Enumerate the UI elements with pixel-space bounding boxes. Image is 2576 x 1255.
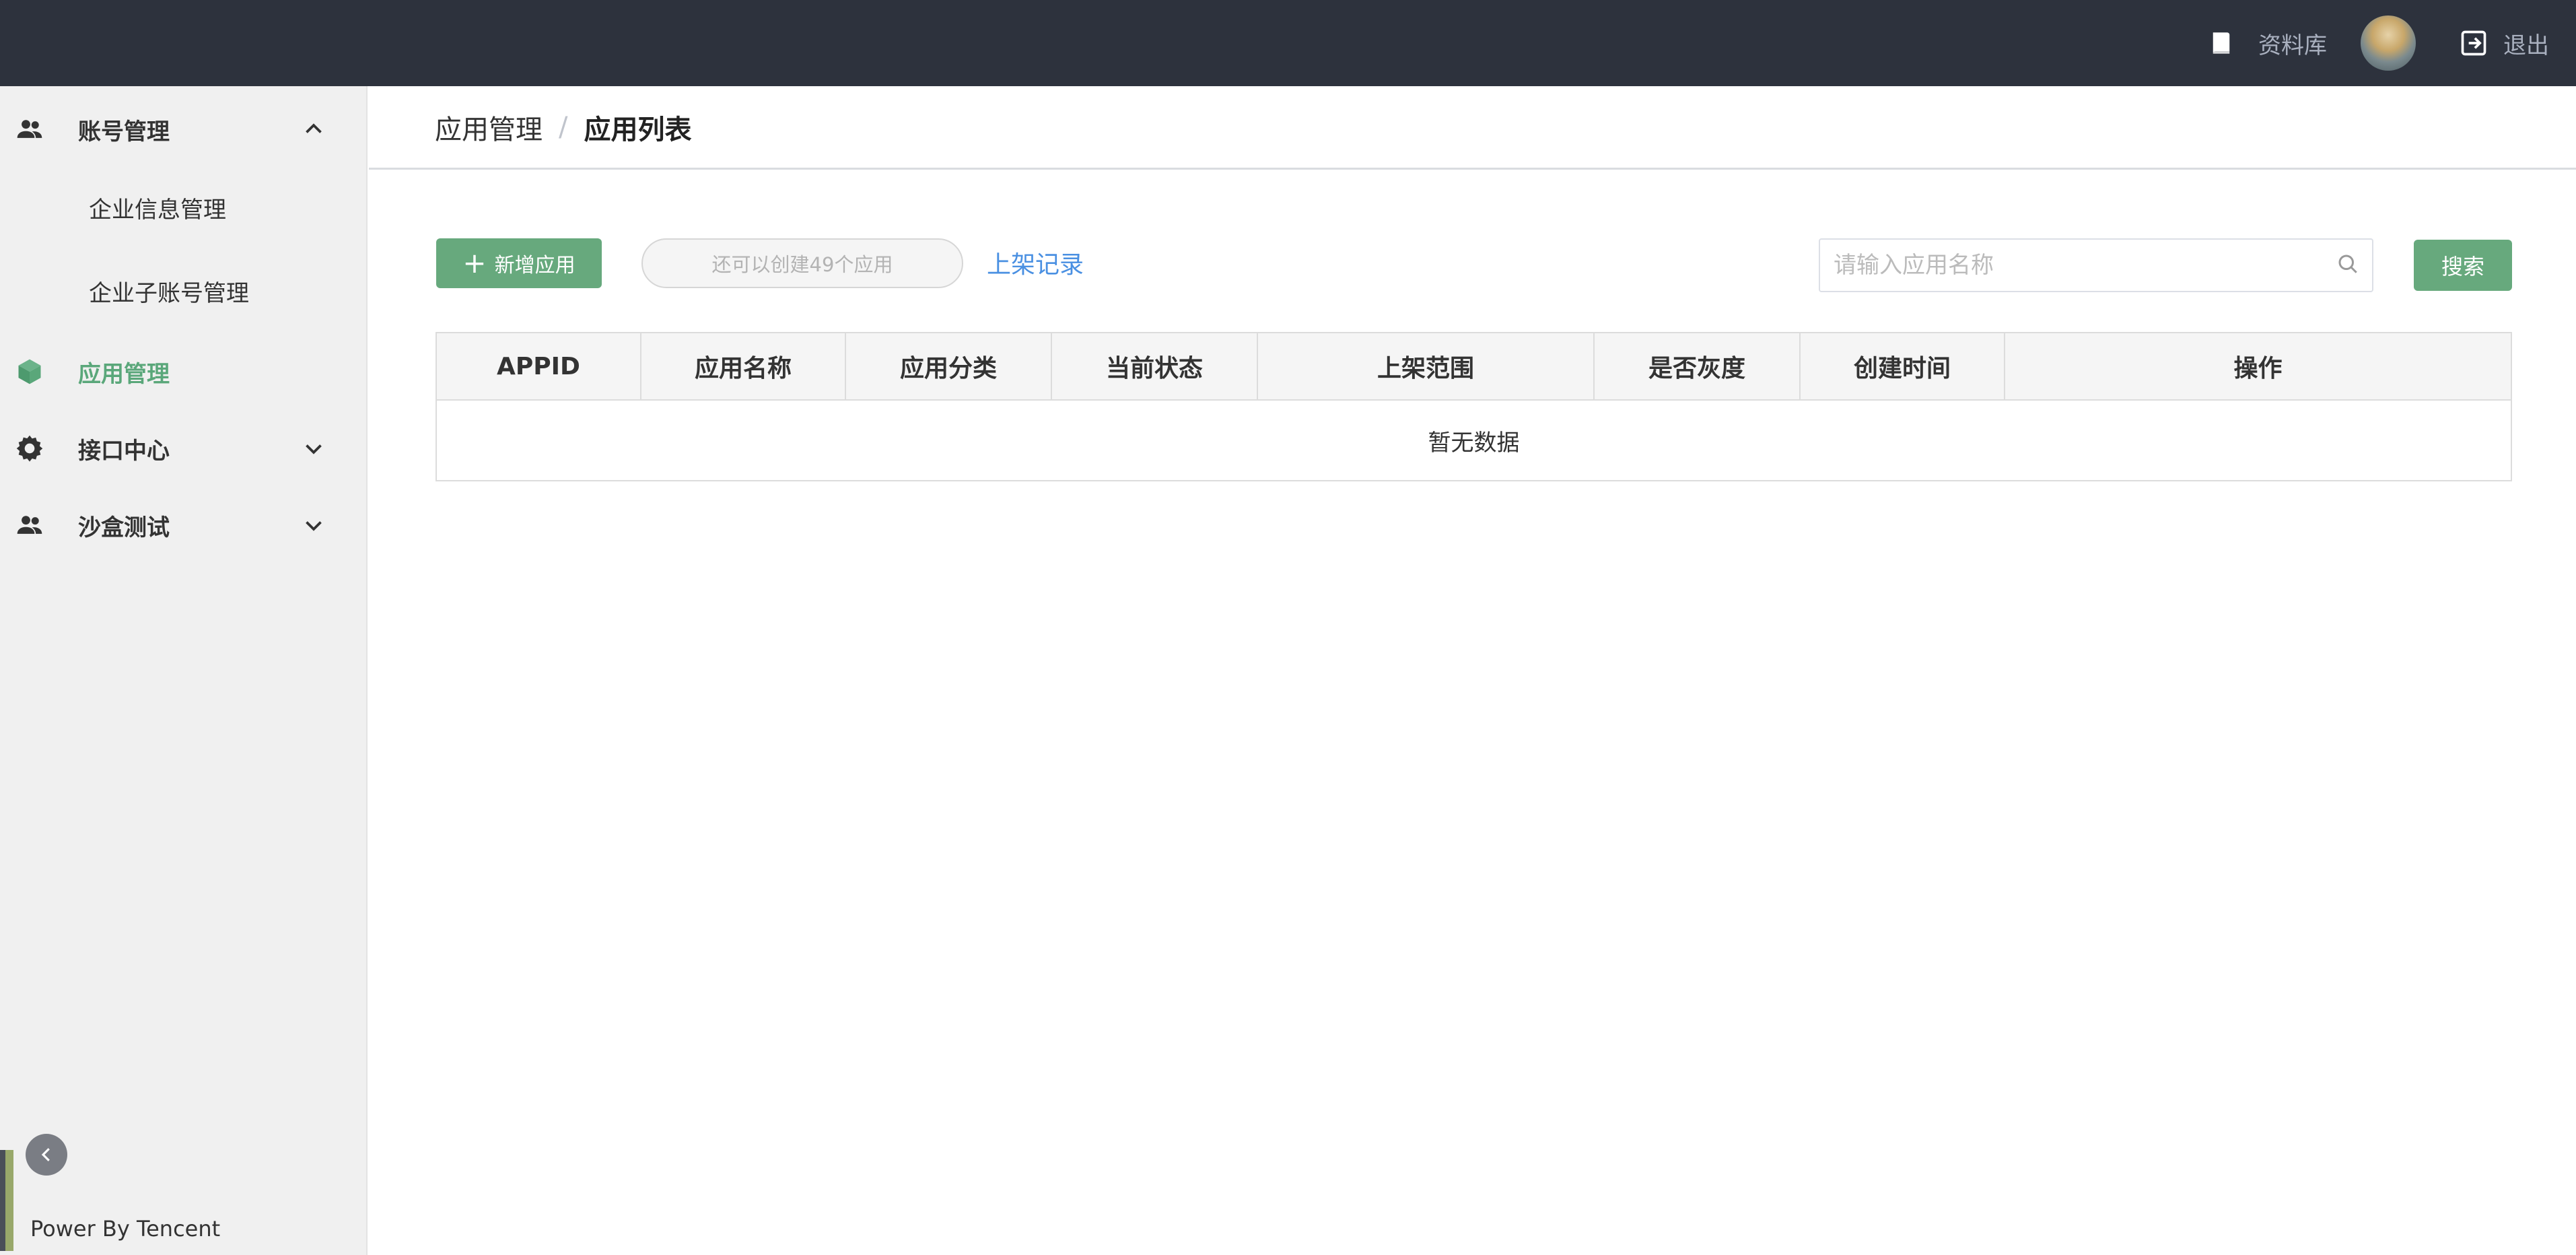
add-app-label: 新增应用 (494, 254, 576, 277)
top-bar: 资料库 退出 (0, 0, 2576, 86)
table-header: APPID 应用名称 应用分类 当前状态 上架范围 是否灰度 创建时间 操作 (437, 333, 2511, 401)
library-link[interactable]: 资料库 (2207, 27, 2327, 60)
column-header-created-time: 创建时间 (1801, 333, 2005, 399)
logout-label: 退出 (2503, 32, 2549, 59)
search-button[interactable]: 搜索 (2414, 240, 2512, 291)
add-app-button[interactable]: + 新增应用 (436, 238, 602, 288)
sidebar-group-app-management[interactable]: 应用管理 (0, 345, 368, 399)
table-empty-state: 暂无数据 (437, 401, 2511, 480)
app-quota-indicator: 还可以创建49个应用 (641, 238, 963, 288)
column-header-app-name: 应用名称 (641, 333, 846, 399)
side-decoration (0, 1150, 13, 1251)
sidebar-item-label: 企业子账号管理 (89, 280, 249, 307)
library-label: 资料库 (2258, 32, 2327, 59)
column-header-category: 应用分类 (846, 333, 1052, 399)
app-table: APPID 应用名称 应用分类 当前状态 上架范围 是否灰度 创建时间 操作 暂… (436, 332, 2512, 481)
sidebar-group-api-center[interactable]: 接口中心 (0, 421, 368, 475)
users-icon (17, 120, 42, 138)
app-name-search-input[interactable] (1819, 238, 2373, 292)
sidebar-group-sandbox[interactable]: 沙盒测试 (0, 498, 368, 552)
breadcrumb-parent[interactable]: 应用管理 (435, 108, 543, 147)
sidebar-group-label: 接口中心 (78, 437, 170, 465)
logout-link[interactable]: 退出 (2459, 27, 2549, 60)
sidebar-group-account[interactable]: 账号管理 (0, 102, 368, 156)
avatar[interactable] (2361, 15, 2416, 71)
gear-icon (16, 435, 43, 462)
sidebar-group-label: 应用管理 (78, 360, 170, 388)
column-header-status: 当前状态 (1052, 333, 1258, 399)
sidebar: 账号管理 企业信息管理 企业子账号管理 应用管理 接口中心 沙盒测试 (0, 86, 368, 1255)
chevron-down-icon (306, 521, 322, 531)
book-icon (2213, 32, 2230, 54)
column-header-actions: 操作 (2233, 355, 2283, 382)
powered-by-text: Power By Tencent (30, 1216, 221, 1242)
sidebar-item-sub-accounts[interactable]: 企业子账号管理 (89, 275, 249, 308)
listing-records-link[interactable]: 上架记录 (987, 245, 1084, 280)
sidebar-item-label: 企业信息管理 (89, 197, 226, 224)
search-button-label: 搜索 (2441, 254, 2484, 279)
top-bar-actions: 资料库 退出 (2207, 0, 2549, 86)
chevron-down-icon (306, 444, 322, 454)
users-icon (17, 516, 42, 534)
cube-icon (18, 359, 41, 384)
plus-icon: + (462, 246, 487, 279)
column-header-gray-release: 是否灰度 (1595, 333, 1801, 399)
quota-text: 还可以创建49个应用 (711, 253, 893, 276)
chevron-up-icon (306, 123, 322, 133)
chevron-left-icon (41, 1148, 50, 1161)
column-header-appid: APPID (437, 333, 641, 399)
column-header-listing-scope: 上架范围 (1258, 333, 1595, 399)
sidebar-item-company-info[interactable]: 企业信息管理 (89, 191, 226, 224)
empty-text: 暂无数据 (1428, 429, 1520, 456)
sidebar-collapse-button[interactable] (26, 1134, 67, 1176)
sidebar-group-label: 沙盒测试 (78, 514, 170, 541)
breadcrumb-current: 应用列表 (584, 114, 692, 145)
search-icon[interactable] (2336, 252, 2360, 276)
breadcrumb-separator: / (559, 111, 568, 143)
logout-icon (2461, 30, 2486, 56)
sidebar-group-label: 账号管理 (78, 118, 170, 145)
breadcrumb: 应用管理 / 应用列表 (369, 86, 2576, 170)
